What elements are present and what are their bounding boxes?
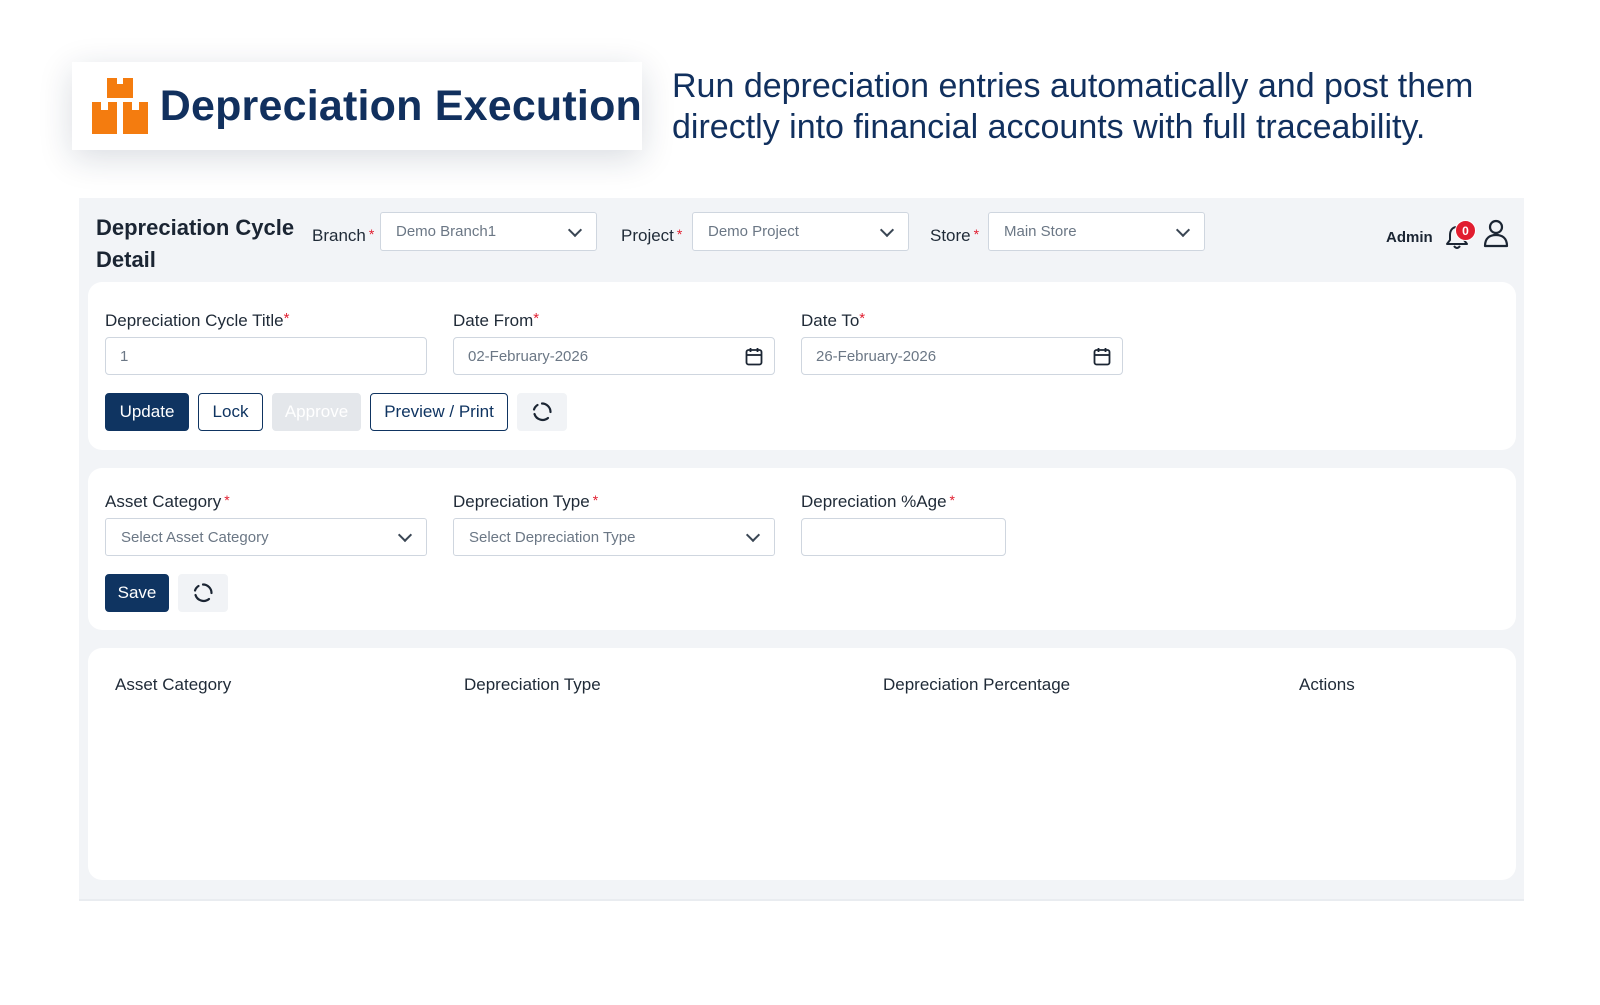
chevron-down-icon	[745, 527, 761, 543]
chevron-down-icon	[1175, 222, 1191, 237]
depreciation-type-select[interactable]: Select Depreciation Type	[453, 518, 775, 556]
asset-category-placeholder: Select Asset Category	[121, 528, 269, 546]
date-from-value: 02-February-2026	[468, 347, 589, 365]
depreciation-type-placeholder: Select Depreciation Type	[469, 528, 636, 546]
required-marker: *	[533, 310, 540, 327]
calendar-icon[interactable]	[745, 347, 763, 366]
depreciation-type-label: Depreciation Type *	[453, 492, 599, 511]
branch-select[interactable]: Demo Branch1	[380, 212, 597, 251]
refresh-button[interactable]	[517, 393, 567, 431]
page-title: Depreciation Cycle Detail	[96, 212, 311, 276]
branch-label: Branch *	[312, 226, 375, 245]
top-bar: Depreciation Cycle Detail Branch * Demo B…	[79, 198, 1524, 282]
calendar-icon[interactable]	[1093, 347, 1111, 366]
refresh-icon	[193, 583, 213, 602]
asset-category-select[interactable]: Select Asset Category	[105, 518, 427, 556]
project-label: Project *	[621, 226, 683, 245]
update-button[interactable]: Update	[105, 393, 189, 431]
refresh-button[interactable]	[178, 574, 228, 612]
depreciation-percentage-input[interactable]	[801, 518, 1006, 556]
hero-title: Depreciation Execution	[159, 81, 642, 130]
depreciation-table: Asset Category Depreciation Type Depreci…	[88, 648, 1516, 880]
chevron-down-icon	[567, 222, 583, 237]
column-header-depreciation-type: Depreciation Type	[464, 675, 601, 694]
column-header-asset-category: Asset Category	[115, 675, 232, 694]
hero-tagline-line1: Run depreciation entries automatically a…	[672, 67, 1474, 105]
store-select-value: Main Store	[1004, 223, 1077, 240]
required-marker: *	[368, 226, 375, 242]
date-to-label: Date To*	[801, 310, 866, 330]
required-marker: *	[676, 226, 683, 242]
user-name: Admin	[1386, 229, 1433, 246]
required-marker: *	[592, 492, 599, 508]
required-marker: *	[949, 492, 955, 508]
lock-button[interactable]: Lock	[198, 393, 263, 431]
project-select[interactable]: Demo Project	[692, 212, 909, 251]
date-to-input[interactable]: 26-February-2026	[801, 337, 1123, 375]
user-icon[interactable]	[1482, 218, 1510, 248]
cycle-title-value: 1	[120, 347, 129, 365]
cycle-title-input[interactable]: 1	[105, 337, 427, 375]
app-window: Depreciation Cycle Detail Branch * Demo B…	[79, 198, 1524, 901]
date-from-label: Date From*	[453, 310, 540, 330]
branch-select-value: Demo Branch1	[396, 223, 497, 240]
page-title-line1: Depreciation Cycle	[96, 215, 295, 240]
cycle-title-label: Depreciation Cycle Title*	[105, 310, 290, 330]
required-marker: *	[859, 310, 866, 327]
chevron-down-icon	[397, 527, 413, 543]
hero-tagline: Run depreciation entries automatically a…	[672, 66, 1572, 148]
depreciation-percentage-label: Depreciation %Age *	[801, 492, 955, 511]
page-title-line2: Detail	[96, 247, 156, 272]
notification-badge: 0	[1455, 220, 1476, 241]
entry-form-card: Asset Category * Select Asset Category De…	[88, 468, 1516, 630]
chevron-down-icon	[879, 222, 895, 237]
required-marker: *	[283, 310, 290, 327]
required-marker: *	[973, 226, 980, 242]
cycle-form-card: Depreciation Cycle Title* 1 Date From* 0…	[88, 282, 1516, 450]
column-header-depreciation-percentage: Depreciation Percentage	[883, 675, 1071, 694]
asset-category-label: Asset Category *	[105, 492, 230, 511]
column-header-actions: Actions	[1299, 675, 1355, 694]
date-to-value: 26-February-2026	[816, 347, 937, 365]
store-label: Store *	[930, 226, 980, 245]
hero-tagline-line2: directly into financial accounts with fu…	[672, 108, 1426, 146]
date-from-input[interactable]: 02-February-2026	[453, 337, 775, 375]
preview-print-button[interactable]: Preview / Print	[370, 393, 508, 431]
hero-banner: Depreciation Execution	[72, 62, 642, 150]
boxes-logo-icon	[92, 78, 148, 134]
required-marker: *	[224, 492, 230, 508]
approve-button[interactable]: Approve	[272, 393, 361, 431]
store-select[interactable]: Main Store	[988, 212, 1205, 251]
project-select-value: Demo Project	[708, 223, 799, 240]
save-button[interactable]: Save	[105, 574, 169, 612]
refresh-icon	[532, 402, 552, 421]
